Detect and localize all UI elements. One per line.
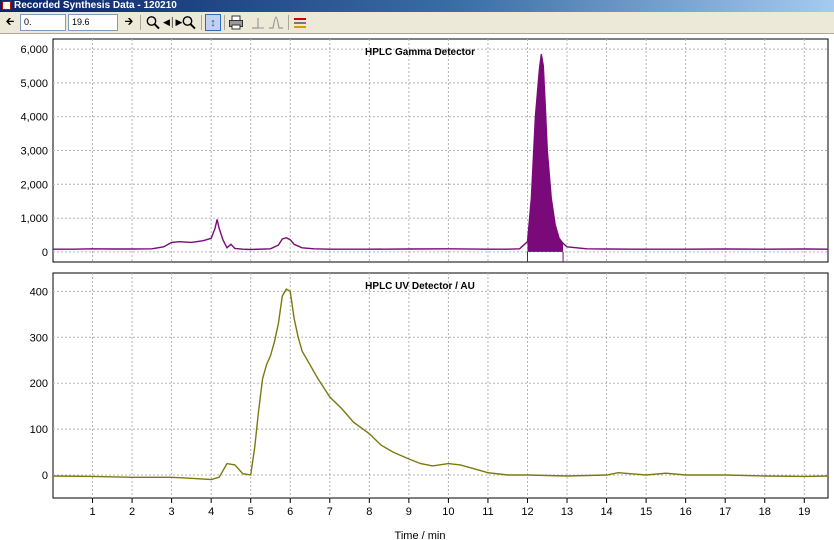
- x-tick-label: 9: [406, 506, 412, 518]
- x-tick-label: 14: [600, 506, 612, 518]
- peak-marker-icon[interactable]: [250, 14, 266, 31]
- vertical-scale-icon[interactable]: ↕: [205, 14, 221, 31]
- gamma-ytick-label: 3,000: [20, 146, 48, 158]
- gamma-ytick-label: 4,000: [20, 112, 48, 124]
- x-tick-label: 12: [521, 506, 533, 518]
- gamma-ytick-label: 6,000: [20, 44, 48, 56]
- toolbar-separator: [224, 15, 225, 30]
- x-tick-label: 3: [169, 506, 175, 518]
- x-tick-label: 2: [129, 506, 135, 518]
- toolbar-separator: [140, 15, 141, 30]
- uv-ytick-label: 100: [30, 424, 48, 436]
- gamma-plot-title: HPLC Gamma Detector: [365, 47, 475, 58]
- x-tick-label: 18: [759, 506, 771, 518]
- x-tick-label: 6: [287, 506, 293, 518]
- x-axis-label: Time / min: [395, 530, 446, 540]
- gamma-ytick-label: 0: [42, 247, 48, 259]
- gamma-ytick-label: 5,000: [20, 78, 48, 90]
- toolbar: 🡰 0. 19.6 🡲 ◀│▶ ↕: [0, 12, 834, 34]
- chart-area: 0 1,000 2,000 3,000 4,000 5,000 6,000 HPLC Gam…: [20, 38, 829, 540]
- print-icon[interactable]: [228, 14, 244, 31]
- app-icon: [2, 1, 11, 10]
- gamma-ytick-label: 2,000: [20, 179, 48, 191]
- uv-ytick-label: 300: [30, 332, 48, 344]
- x-tick-label: 16: [680, 506, 692, 518]
- x-tick-label: 11: [482, 506, 493, 518]
- uv-plot-title: HPLC UV Detector / AU: [365, 281, 475, 292]
- uv-ytick-label: 200: [30, 378, 48, 390]
- x-tick-label: 4: [208, 506, 214, 518]
- arrow-left-icon[interactable]: 🡰: [2, 14, 18, 31]
- x-tick-label: 10: [442, 506, 454, 518]
- x-from-input[interactable]: 0.: [20, 14, 66, 31]
- x-tick-label: 15: [640, 506, 652, 518]
- x-tick-label: 13: [561, 506, 573, 518]
- zoom-in-icon[interactable]: [145, 14, 161, 31]
- x-tick-label: 8: [366, 506, 372, 518]
- x-tick-label: 19: [798, 506, 810, 518]
- x-tick-label: 1: [89, 506, 95, 518]
- x-tick-label: 17: [719, 506, 731, 518]
- x-tick-label: 7: [327, 506, 333, 518]
- window-title: Recorded Synthesis Data - 120210: [14, 0, 177, 11]
- legend-icon[interactable]: [292, 14, 308, 31]
- zoom-out-icon[interactable]: [181, 14, 197, 31]
- x-tick-label: 5: [248, 506, 254, 518]
- fit-width-icon[interactable]: ◀│▶: [163, 14, 182, 31]
- gamma-ytick-label: 1,000: [20, 213, 48, 225]
- uv-ytick-label: 0: [42, 470, 48, 482]
- uv-ytick-label: 400: [30, 286, 48, 298]
- title-bar: Recorded Synthesis Data - 120210: [0, 0, 834, 12]
- toolbar-separator: [201, 15, 202, 30]
- x-to-input[interactable]: 19.6: [68, 14, 118, 31]
- toolbar-separator: [288, 15, 289, 30]
- peak-shape-icon[interactable]: [268, 14, 284, 31]
- arrow-right-icon[interactable]: 🡲: [121, 14, 137, 31]
